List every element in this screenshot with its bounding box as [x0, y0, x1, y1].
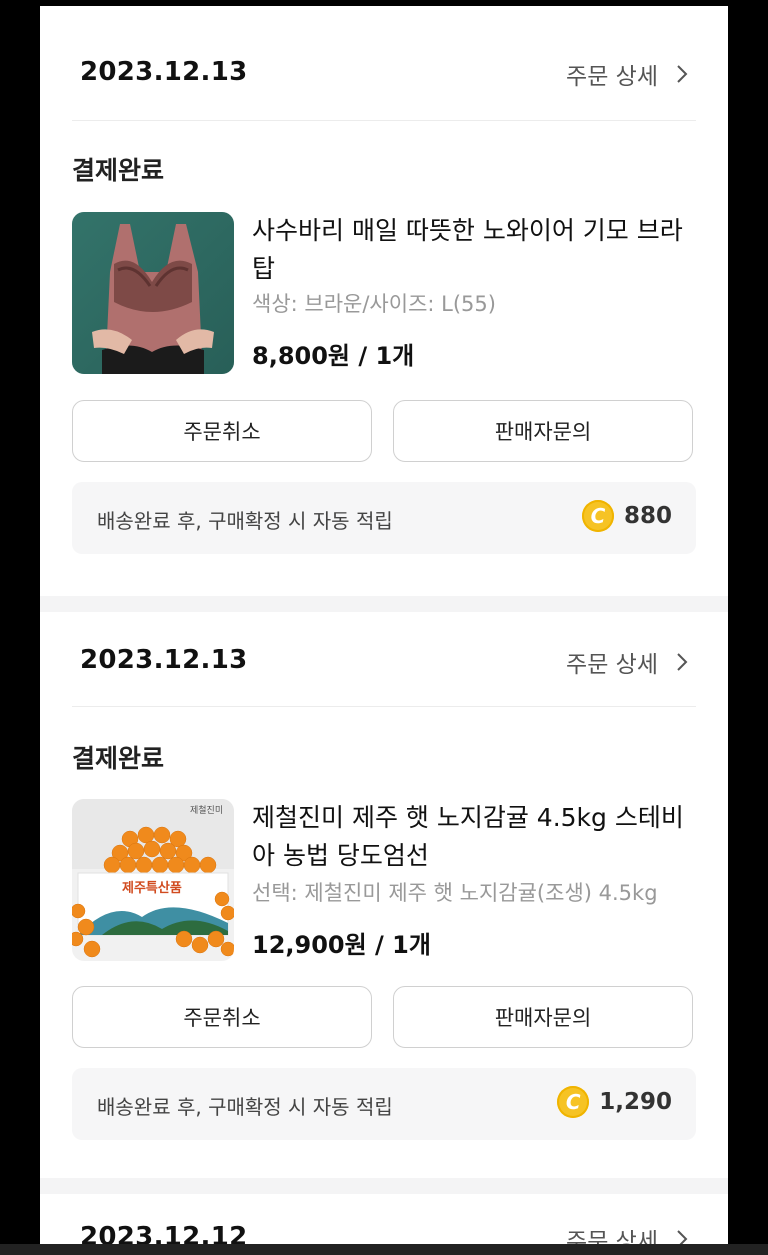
product-price: 8,800원 / 1개: [252, 342, 415, 370]
product-option: 선택: 제철진미 제주 햇 노지감귤(조생) 4.5kg: [252, 881, 658, 905]
divider: [72, 706, 696, 707]
divider: [72, 120, 696, 121]
order-card: 2023.12.12 주문 상세: [40, 1194, 728, 1244]
coin-icon: C: [581, 500, 614, 532]
order-detail-link[interactable]: 주문 상세: [566, 1222, 692, 1244]
box-title-text: 제주특산품: [122, 880, 182, 896]
bra-top-photo: [72, 212, 234, 374]
chevron-right-icon: [677, 65, 688, 83]
order-card: 2023.12.13 주문 상세 결제완료 제철진미 제주특산품 제철진미 제주…: [40, 612, 728, 1178]
reward-points: C 1,290: [557, 1086, 672, 1118]
product-name[interactable]: 제철진미 제주 햇 노지감귤 4.5kg 스테비아 농법 당도엄선: [252, 799, 688, 875]
cancel-order-button[interactable]: 주문취소: [72, 400, 372, 462]
order-status: 결제완료: [72, 744, 165, 773]
order-date: 2023.12.12: [80, 1222, 248, 1244]
reward-points-value: 1,290: [599, 1089, 672, 1115]
reward-text: 배송완료 후, 구매확정 시 자동 적립: [97, 509, 393, 533]
cancel-order-button[interactable]: 주문취소: [72, 986, 372, 1048]
tangerine-box-photo: 제철진미 제주특산품: [72, 799, 234, 961]
coin-icon: C: [557, 1086, 590, 1118]
reward-text: 배송완료 후, 구매확정 시 자동 적립: [97, 1095, 393, 1119]
reward-info-box: 배송완료 후, 구매확정 시 자동 적립 C 880: [72, 482, 696, 554]
order-detail-link[interactable]: 주문 상세: [566, 645, 692, 679]
chevron-right-icon: [677, 653, 688, 671]
order-detail-link[interactable]: 주문 상세: [566, 57, 692, 91]
order-detail-label: 주문 상세: [566, 1229, 658, 1244]
order-header: 2023.12.13 주문 상세: [40, 6, 728, 120]
order-date: 2023.12.13: [80, 645, 248, 675]
order-list-screen: 2023.12.13 주문 상세 결제완료 사수바리 매일 따뜻한 노와이어 기…: [40, 6, 728, 1244]
chevron-right-icon: [677, 1230, 688, 1244]
order-detail-label: 주문 상세: [566, 64, 658, 90]
reward-info-box: 배송완료 후, 구매확정 시 자동 적립 C 1,290: [72, 1068, 696, 1140]
seller-inquiry-button[interactable]: 판매자문의: [393, 986, 693, 1048]
product-image[interactable]: 제철진미 제주특산품: [72, 799, 234, 961]
product-option: 색상: 브라운/사이즈: L(55): [252, 292, 496, 316]
product-name[interactable]: 사수바리 매일 따뜻한 노와이어 기모 브라탑: [252, 212, 688, 288]
order-detail-label: 주문 상세: [566, 652, 658, 678]
order-header: 2023.12.13 주문 상세: [40, 612, 728, 726]
box-brand-text: 제철진미: [190, 805, 223, 816]
reward-points: C 880: [581, 500, 672, 532]
order-card: 2023.12.13 주문 상세 결제완료 사수바리 매일 따뜻한 노와이어 기…: [40, 6, 728, 596]
reward-points-value: 880: [623, 503, 672, 529]
product-image[interactable]: [72, 212, 234, 374]
product-price: 12,900원 / 1개: [252, 931, 431, 959]
order-date: 2023.12.13: [80, 57, 248, 87]
order-status: 결제완료: [72, 156, 165, 185]
system-navigation-bar: [0, 1244, 768, 1255]
seller-inquiry-button[interactable]: 판매자문의: [393, 400, 693, 462]
